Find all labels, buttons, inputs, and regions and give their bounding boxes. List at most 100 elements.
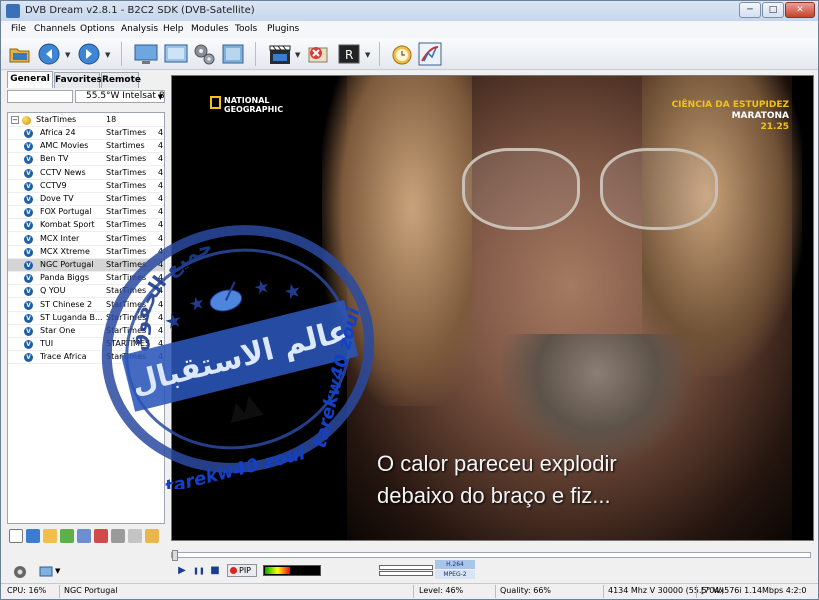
rec-mode-button[interactable]: R — [336, 41, 362, 67]
data-filter-button[interactable] — [60, 529, 74, 543]
menu-tools[interactable]: Tools — [235, 24, 257, 34]
info-button[interactable] — [77, 529, 91, 543]
menu-bar: File Channels Options Analysis Help Modu… — [1, 21, 818, 38]
menu-help[interactable]: Help — [163, 24, 184, 34]
rec-mode-dropdown-icon[interactable]: ▼ — [365, 51, 370, 59]
tv-channel-icon: V — [24, 142, 33, 152]
view-button[interactable] — [220, 41, 246, 67]
menu-modules[interactable]: Modules — [191, 24, 228, 34]
screen-icon[interactable] — [39, 566, 53, 578]
timer-button[interactable] — [389, 41, 415, 67]
app-icon — [6, 4, 20, 18]
channel-number: 4 — [158, 154, 164, 164]
back-button[interactable] — [36, 41, 62, 67]
tab-favorites[interactable]: Favorites — [54, 72, 102, 88]
stop-icon[interactable]: ■ — [208, 564, 222, 578]
panel-toolbar — [7, 528, 165, 546]
minimize-button[interactable]: ─ — [739, 2, 761, 18]
toolbar-separator — [255, 42, 256, 66]
tv-filter-button[interactable] — [26, 529, 40, 543]
channel-search-input[interactable] — [7, 90, 73, 103]
stop-record-button[interactable] — [305, 41, 331, 67]
tv-channel-icon: V — [24, 129, 33, 138]
tab-remote[interactable]: Remote — [101, 72, 141, 88]
channel-group-row[interactable]: − StarTimes 18 — [8, 114, 164, 127]
menu-options[interactable]: Options — [80, 24, 115, 34]
pip-button[interactable]: PIP — [227, 564, 257, 577]
status-separator — [413, 585, 414, 598]
settings-button[interactable] — [191, 41, 217, 67]
video-frame-detail — [462, 148, 722, 243]
seek-thumb[interactable] — [172, 550, 178, 561]
clapperboard-icon — [269, 45, 291, 64]
eagle-icon — [230, 395, 264, 423]
tv-channel-icon: V — [24, 181, 33, 191]
r-box-icon: R — [338, 44, 360, 64]
satellite-select[interactable]: 55.5°W Intelsat 8 ▼ — [75, 90, 165, 103]
screenshot-button[interactable] — [163, 41, 189, 67]
channel-number: 4 — [158, 194, 164, 203]
favorite-button[interactable] — [94, 529, 108, 543]
monitor-button[interactable] — [133, 41, 159, 67]
maximize-button[interactable]: □ — [762, 2, 784, 18]
star-icon: ★ — [281, 277, 304, 305]
tv-channel-icon: V — [24, 340, 33, 350]
channel-row[interactable]: V Ben TV StarTimes 4 — [8, 153, 164, 167]
open-folder-button[interactable] — [7, 41, 33, 67]
tv-channel-icon: V — [24, 313, 33, 323]
status-video-info: [704x576i 1.14Mbps 4:2:0 — [701, 586, 807, 595]
tv-channel-icon: V — [24, 327, 33, 336]
volume-bar[interactable] — [379, 565, 433, 570]
tv-channel-icon: V — [24, 155, 33, 165]
status-level: Level: 46% — [419, 586, 464, 595]
clock-icon — [392, 45, 412, 65]
collapse-icon[interactable]: − — [11, 116, 19, 124]
star-icon: ★ — [162, 307, 185, 335]
group-globe-icon — [22, 116, 31, 125]
gear-icon — [194, 44, 215, 65]
chevron-down-icon: ▼ — [157, 93, 163, 101]
forward-dropdown-icon[interactable]: ▼ — [105, 51, 110, 59]
play-icon[interactable]: ▶ — [175, 564, 189, 578]
collapse-all-button[interactable] — [9, 529, 23, 543]
channel-logo-text: NATIONAL GEOGRAPHIC — [224, 96, 284, 114]
signal-button[interactable] — [417, 41, 443, 67]
menu-plugins[interactable]: Plugins — [267, 24, 299, 34]
menu-channels[interactable]: Channels — [34, 24, 76, 34]
screen-dropdown-icon[interactable]: ▼ — [55, 567, 60, 575]
edit-button[interactable] — [128, 529, 142, 543]
channel-row[interactable]: V CCTV News StarTimes 4 — [8, 167, 164, 180]
channel-row[interactable]: V Africa 24 StarTimes 4 — [8, 127, 164, 140]
window-icon — [222, 44, 244, 64]
toolbar-separator — [379, 42, 380, 66]
video-frame-detail — [502, 334, 692, 464]
radio-filter-button[interactable] — [43, 529, 57, 543]
satellite-select-value: 55.5°W Intelsat 8 — [86, 91, 165, 101]
channel-row[interactable]: V AMC Movies Startimes 4 — [8, 140, 164, 154]
lock-button[interactable] — [145, 529, 159, 543]
record-dropdown-icon[interactable]: ▼ — [295, 51, 300, 59]
status-channel: NGC Portugal — [64, 586, 118, 595]
record-dot-icon — [230, 567, 237, 574]
pause-icon[interactable]: ❚❚ — [192, 564, 206, 578]
playback-controls: ▶ ❚❚ ■ PIP H.264 MPEG-2 — [167, 546, 818, 582]
speaker-icon[interactable] — [13, 565, 27, 579]
tv-channel-icon: V — [24, 221, 33, 231]
close-button[interactable]: ✕ — [785, 2, 815, 18]
tab-general[interactable]: General — [7, 71, 53, 88]
forward-button[interactable] — [76, 41, 102, 67]
channel-row[interactable]: V Dove TV StarTimes 4 — [8, 193, 164, 206]
menu-analysis[interactable]: Analysis — [121, 24, 158, 34]
seek-bar[interactable] — [171, 550, 811, 561]
balance-bar[interactable] — [379, 571, 433, 576]
nat-geo-frame-icon — [210, 96, 221, 109]
menu-file[interactable]: File — [11, 24, 26, 34]
satellite-dish-icon — [209, 281, 243, 312]
audio-button[interactable] — [111, 529, 125, 543]
back-dropdown-icon[interactable]: ▼ — [65, 51, 70, 59]
channel-provider: StarTimes — [106, 128, 147, 137]
record-button[interactable] — [267, 41, 293, 67]
svg-text:R: R — [345, 48, 353, 62]
status-cpu: CPU: 16% — [7, 586, 47, 595]
channel-row[interactable]: V CCTV9 StarTimes 4 — [8, 180, 164, 193]
